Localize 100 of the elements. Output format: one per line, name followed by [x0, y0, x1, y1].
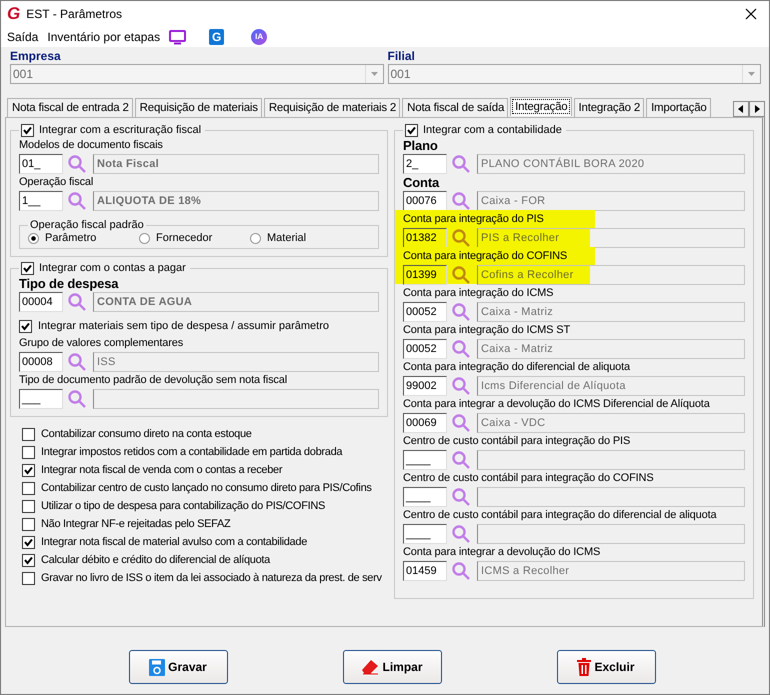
field-label: Tipo de documento padrão de devolução sem nota fiscal: [19, 373, 288, 388]
tab[interactable]: Integração: [510, 97, 572, 116]
company-dropdown[interactable]: 001: [10, 64, 384, 84]
checkbox[interactable]: [21, 262, 34, 274]
scroll-right-icon[interactable]: [749, 101, 765, 117]
search-icon[interactable]: [67, 154, 87, 174]
code-field[interactable]: 1__: [19, 190, 63, 210]
clear-button[interactable]: Limpar: [342, 650, 442, 684]
description-field: Caixa - FOR: [477, 190, 745, 210]
checkbox[interactable]: [22, 572, 35, 584]
checkbox-label: Não Integrar NF-e rejeitadas pelo SEFAZ: [41, 517, 230, 532]
app-badge-icon[interactable]: G: [209, 29, 224, 45]
description-field: ALIQUOTA DE 18%: [93, 190, 379, 210]
search-icon[interactable]: [67, 352, 87, 372]
search-icon[interactable]: [451, 524, 471, 544]
search-icon[interactable]: [67, 190, 87, 210]
eraser-icon: [361, 659, 380, 675]
checkbox[interactable]: [22, 482, 35, 494]
field-label: Conta para integração do ICMS: [403, 286, 554, 301]
field-label: Centro de custo contábil para integração do diferencial de aliquota: [403, 508, 718, 523]
trash-icon: [577, 658, 592, 676]
assistant-icon[interactable]: IA: [251, 29, 268, 45]
checkbox[interactable]: [22, 536, 35, 548]
code-field[interactable]: 01459: [403, 560, 447, 580]
search-icon[interactable]: [67, 292, 87, 312]
company-label: Empresa: [10, 49, 62, 64]
radio-button[interactable]: [250, 232, 261, 244]
field-label: Plano: [403, 138, 439, 153]
description-field: Nota Fiscal: [93, 154, 379, 174]
group-title: Integrar com a escrituração fiscal: [39, 123, 202, 137]
search-icon[interactable]: [451, 560, 471, 580]
radio-label: Parâmetro: [45, 232, 96, 244]
checkbox-label: Calcular débito e crédito do diferencial de alíquota: [41, 553, 270, 568]
field-label: Centro de custo contábil para integração do PIS: [403, 434, 632, 449]
menu-item[interactable]: Inventário por etapas: [47, 29, 160, 45]
code-field[interactable]: 00004: [19, 292, 63, 312]
code-field[interactable]: 00008: [19, 352, 63, 372]
code-field[interactable]: 01_: [19, 154, 63, 174]
search-icon[interactable]: [451, 412, 471, 432]
field-label: Tipo de despesa: [19, 276, 120, 291]
field-label: Modelos de documento fiscais: [19, 138, 164, 153]
checkbox[interactable]: [22, 500, 35, 512]
tab[interactable]: Importação: [646, 98, 711, 117]
search-icon[interactable]: [451, 376, 471, 396]
code-field[interactable]: 2_: [403, 154, 447, 174]
search-icon[interactable]: [451, 154, 471, 174]
group-title: Operação fiscal padrão: [29, 218, 145, 232]
search-icon[interactable]: [451, 486, 471, 506]
field-label: Operação fiscal: [19, 175, 94, 190]
code-field[interactable]: 00052: [403, 302, 447, 322]
menu-item[interactable]: Saída: [7, 29, 38, 45]
field-label: Conta para integração do ICMS ST: [403, 323, 572, 338]
search-icon[interactable]: [451, 228, 471, 248]
description-field: PLANO CONTÁBIL BORA 2020: [477, 154, 745, 174]
search-icon[interactable]: [67, 388, 87, 408]
tab[interactable]: Requisição de materiais: [134, 98, 262, 117]
tab[interactable]: Nota fiscal de entrada 2: [7, 98, 133, 117]
checkbox[interactable]: [22, 428, 35, 440]
code-field[interactable]: ____: [403, 450, 447, 470]
search-icon[interactable]: [451, 264, 471, 284]
search-icon[interactable]: [451, 450, 471, 470]
code-field[interactable]: ____: [403, 486, 447, 506]
checkbox[interactable]: [22, 446, 35, 458]
code-field[interactable]: 00052: [403, 338, 447, 358]
search-icon[interactable]: [451, 302, 471, 322]
checkbox-label: Integrar nota fiscal de venda com o contas a receber: [41, 463, 282, 478]
code-field[interactable]: 01382: [403, 228, 447, 248]
save-button[interactable]: Gravar: [128, 650, 228, 684]
checkbox[interactable]: [19, 320, 32, 332]
search-icon[interactable]: [451, 190, 471, 210]
checkbox[interactable]: [21, 124, 34, 136]
delete-button[interactable]: Excluir: [556, 650, 656, 684]
checkbox[interactable]: [22, 518, 35, 530]
code-field[interactable]: 99002: [403, 376, 447, 396]
checkbox[interactable]: [22, 554, 35, 566]
app-logo: G: [7, 5, 20, 23]
description-field: ISS: [93, 352, 379, 372]
description-field: CONTA DE AGUA: [93, 292, 379, 312]
code-field[interactable]: ____: [403, 524, 447, 544]
radio-label: Material: [267, 232, 306, 244]
radio-button[interactable]: [28, 232, 39, 244]
close-icon[interactable]: [745, 8, 757, 20]
tab[interactable]: Requisição de materiais 2: [264, 98, 400, 117]
branch-dropdown[interactable]: 001: [388, 64, 761, 84]
code-field[interactable]: 00069: [403, 412, 447, 432]
checkbox-label: Utilizar o tipo de despesa para contabilização do PIS/COFINS: [41, 499, 326, 514]
tab[interactable]: Nota fiscal de saída: [402, 98, 508, 117]
code-field[interactable]: 00076: [403, 190, 447, 210]
code-field[interactable]: ___: [19, 388, 63, 408]
branch-label: Filial: [388, 49, 416, 64]
monitor-icon[interactable]: [169, 30, 186, 44]
checkbox-label: Contabilizar consumo direto na conta estoque: [41, 427, 252, 442]
scroll-left-icon[interactable]: [733, 101, 749, 117]
code-field[interactable]: 01399: [403, 264, 447, 284]
description-field: Caixa - Matriz: [477, 302, 745, 322]
checkbox[interactable]: [405, 124, 418, 136]
search-icon[interactable]: [451, 338, 471, 358]
checkbox[interactable]: [22, 464, 35, 476]
radio-button[interactable]: [139, 232, 150, 244]
tab[interactable]: Integração 2: [574, 98, 644, 117]
